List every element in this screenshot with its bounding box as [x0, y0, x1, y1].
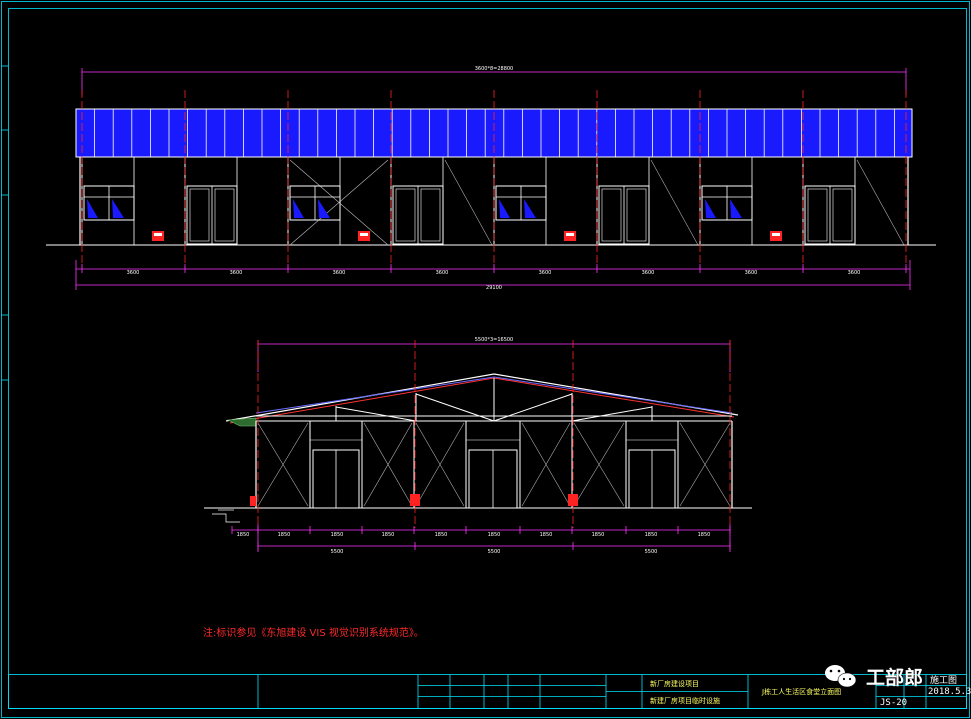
front-total-dimension: 29100 — [486, 285, 502, 291]
front-bay-dim-2: 3600 — [230, 270, 243, 276]
front-bay-dim-8: 3600 — [848, 270, 861, 276]
side-group-dim-1: 5500 — [331, 549, 344, 555]
watermark-brand: 工部郎 — [866, 666, 923, 689]
side-elevation: 5500*3=16500 1850 1850 1850 1850 1850 18… — [204, 337, 752, 555]
door-leaf — [214, 188, 235, 242]
side-sub-dim-7: 1850 — [540, 532, 553, 538]
gable-wall — [204, 421, 752, 509]
side-bay-dimensions: 1850 1850 1850 1850 1850 1850 1850 1850 … — [231, 524, 731, 555]
door-leaf — [601, 188, 622, 242]
front-bay-dim-3: 3600 — [333, 270, 346, 276]
door-leaf — [626, 188, 647, 242]
front-bay-dim-1: 3600 — [127, 270, 140, 276]
side-group-dim-2: 5500 — [488, 549, 501, 555]
wechat-icon — [825, 665, 857, 688]
side-sub-dim-5: 1850 — [435, 532, 448, 538]
window-glass — [293, 199, 304, 218]
window-glass — [499, 199, 510, 218]
wall-panel-brace — [856, 159, 905, 246]
side-sub-dim-8: 1850 — [592, 532, 605, 538]
door-leaf — [189, 188, 210, 242]
side-sub-dim-4: 1850 — [382, 532, 395, 538]
side-group-dim-3: 5500 — [645, 549, 658, 555]
window-glass — [730, 199, 742, 218]
sheet-name: J栋工人生活区食堂立面图 — [761, 687, 841, 696]
entrance-step — [212, 496, 256, 523]
sheet-type: 施工图 — [930, 674, 957, 686]
front-bay-dimensions: 3600 3600 3600 3600 3600 3600 3600 3600 … — [75, 260, 911, 291]
wall-panel-brace — [444, 159, 493, 246]
extinguisher-label — [566, 233, 574, 236]
side-sub-dim-6: 1850 — [488, 532, 501, 538]
side-overall-dimension-text: 5500*3=16500 — [475, 337, 514, 343]
drawing-note: 注:标识参见《东旭建设 VIS 视觉识别系统规范》。 — [203, 626, 424, 639]
door-leaf — [807, 188, 828, 242]
front-elevation: 3600*8=28800 3600 3600 3600 3600 3600 36… — [46, 66, 936, 291]
sheet-number: JS-20 — [880, 698, 907, 708]
side-sub-dim-2: 1850 — [278, 532, 291, 538]
extinguisher-label — [360, 233, 368, 236]
side-sub-dim-3: 1850 — [331, 532, 344, 538]
window-glass — [524, 199, 536, 218]
side-sub-dim-10: 1850 — [698, 532, 711, 538]
door-leaf — [420, 188, 441, 242]
wall-panel-brace — [650, 159, 699, 246]
extinguisher-label — [772, 233, 780, 236]
window-glass — [87, 199, 98, 218]
side-sub-dim-1: 1850 — [237, 532, 250, 538]
window-glass — [318, 199, 330, 218]
drawing-title: 新建厂房项目临时设施 — [650, 696, 720, 705]
front-bay-dim-4: 3600 — [436, 270, 449, 276]
project-name: 新厂房建设项目 — [650, 679, 699, 688]
title-block: 新厂房建设项目 新建厂房项目临时设施 J栋工人生活区食堂立面图 施工图 2018… — [8, 674, 971, 709]
front-overall-dimension-text: 3600*8=28800 — [475, 66, 514, 72]
front-bay-dim-5: 3600 — [539, 270, 552, 276]
side-sub-dim-9: 1850 — [645, 532, 658, 538]
window-glass — [705, 199, 716, 218]
watermark: 工部郎 — [825, 665, 923, 689]
window-glass — [112, 199, 124, 218]
extinguisher-label — [154, 233, 162, 236]
sheet-date: 2018.5.3 — [928, 687, 971, 697]
front-bay-dim-7: 3600 — [745, 270, 758, 276]
front-wall — [46, 157, 936, 246]
side-axis-lines — [257, 340, 731, 528]
side-overall-dimension: 5500*3=16500 — [257, 337, 731, 372]
front-bay-dim-6: 3600 — [642, 270, 655, 276]
door-leaf — [832, 188, 853, 242]
door-leaf — [395, 188, 416, 242]
gable-roof — [225, 373, 739, 427]
cad-drawing-sheet: 3600*8=28800 3600 3600 3600 3600 3600 36… — [1, 1, 971, 718]
